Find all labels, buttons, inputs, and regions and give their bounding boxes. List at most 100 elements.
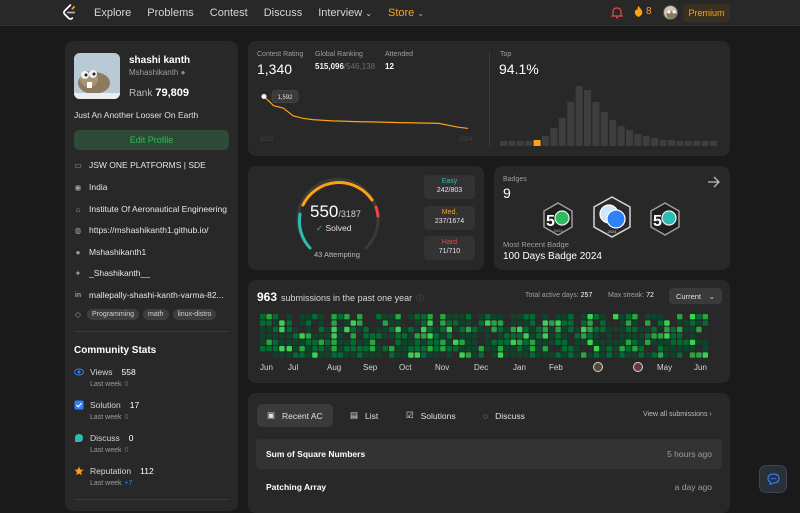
info-twitter[interactable]: ✦ _Shashikanth__ — [74, 268, 150, 278]
skill-tag[interactable]: linux-distro — [172, 309, 217, 320]
nav-interview[interactable]: Interview ⌄ — [318, 7, 372, 19]
heatmap-cell — [472, 320, 478, 326]
heatmap-cell — [299, 339, 305, 345]
problem-title[interactable]: Sum of Square Numbers — [266, 449, 365, 459]
nav-contest[interactable]: Contest — [210, 7, 248, 19]
heatmap-cell — [363, 352, 369, 358]
heatmap-cell — [272, 352, 279, 358]
view-all-submissions-link[interactable]: View all submissions › — [643, 411, 712, 418]
info-linkedin-text[interactable]: mallepally-shashi-kanth-varma-82... — [89, 290, 224, 300]
heatmap-cell — [433, 333, 440, 339]
heatmap-cell — [523, 314, 529, 320]
heatmap-cell — [331, 352, 337, 358]
active-days-label: Total active days: — [525, 292, 579, 299]
month-label: Feb — [549, 363, 563, 372]
streak-counter[interactable]: 8 — [634, 6, 652, 17]
avatar[interactable] — [663, 5, 678, 20]
solved-label-text: Solved — [325, 223, 352, 233]
heatmap-cell — [363, 346, 369, 352]
nav-discuss[interactable]: Discuss — [264, 7, 303, 19]
leetcode-logo[interactable] — [62, 4, 77, 21]
tab-list[interactable]: ▤ List — [340, 404, 388, 427]
list-item[interactable]: Patching Array a day ago — [256, 472, 722, 502]
info-linkedin[interactable]: in mallepally-shashi-kanth-varma-82... — [74, 290, 224, 300]
heatmap-cell — [683, 326, 689, 333]
tab-discuss[interactable]: ◌ Discuss — [473, 404, 535, 427]
info-school-text: Institute Of Aeronautical Engineering — [89, 204, 227, 214]
rating-line-chart[interactable]: 1,592 2023 2024 — [256, 83, 482, 145]
heatmap-cell — [664, 320, 670, 326]
heatmap-cell — [645, 326, 651, 333]
nav-explore[interactable]: Explore — [94, 7, 131, 19]
heatmap-cell — [344, 326, 350, 333]
medium-box[interactable]: Med. 237/1674 — [424, 206, 475, 230]
heatmap-cell — [504, 346, 510, 352]
easy-box[interactable]: Easy 242/803 — [424, 175, 475, 199]
info-twitter-text[interactable]: _Shashikanth__ — [89, 268, 150, 278]
heatmap-cell — [555, 326, 561, 333]
heatmap-cell — [593, 346, 600, 352]
heatmap-cell — [465, 333, 472, 339]
tab-recent-ac[interactable]: ▣ Recent AC — [257, 404, 333, 427]
heatmap-cell — [504, 333, 510, 339]
heatmap-cell — [472, 346, 478, 352]
info-icon[interactable]: ⓘ — [416, 293, 424, 304]
info-website[interactable]: ◍ https://mshashikanth1.github.io/ — [74, 225, 209, 235]
badge-50-days-icon[interactable]: 5 2023 — [542, 202, 574, 236]
heatmap-cell — [555, 352, 561, 358]
submission-time: 5 hours ago — [667, 449, 712, 459]
submission-heatmap[interactable] — [260, 313, 720, 363]
heatmap-cell — [574, 320, 580, 326]
heatmap-cell — [421, 346, 427, 352]
info-github[interactable]: ● Mshashikanth1 — [74, 247, 147, 257]
year-select[interactable]: Current ⌄ — [669, 288, 722, 304]
info-github-text[interactable]: Mshashikanth1 — [89, 247, 146, 257]
nav-problems[interactable]: Problems — [147, 7, 193, 19]
heatmap-cell — [561, 339, 568, 345]
bell-icon[interactable] — [611, 6, 623, 19]
skill-tag[interactable]: math — [143, 309, 169, 320]
arrow-right-icon[interactable] — [707, 176, 721, 188]
heatmap-cell — [382, 352, 388, 358]
badge-50-days-icon[interactable]: 5 — [649, 202, 681, 236]
list-item[interactable]: Sum of Square Numbers 5 hours ago — [256, 439, 722, 469]
heatmap-cell — [536, 346, 542, 352]
feedback-button[interactable] — [759, 465, 787, 493]
stat-discuss-label: Discuss — [90, 433, 120, 443]
heatmap-cell — [408, 352, 414, 358]
badge-earned-icon[interactable] — [593, 362, 603, 372]
month-label: May — [657, 363, 673, 372]
nav-store[interactable]: Store ⌄ — [388, 7, 424, 19]
heatmap-cell — [382, 314, 388, 320]
heatmap-cell — [305, 314, 312, 320]
rating-histogram[interactable] — [500, 81, 722, 146]
heatmap-cell — [376, 320, 382, 326]
linkedin-icon: in — [74, 291, 82, 299]
heatmap-cell — [677, 326, 683, 333]
heatmap-cell — [401, 352, 408, 358]
heatmap-cell — [568, 352, 574, 358]
heatmap-cell — [363, 339, 369, 345]
heatmap-cell — [651, 346, 657, 352]
hard-box[interactable]: Hard 71/710 — [424, 236, 475, 260]
info-website-text[interactable]: https://mshashikanth1.github.io/ — [89, 225, 209, 235]
user-name: shashi kanth — [129, 55, 191, 66]
heatmap-cell — [325, 320, 331, 326]
heatmap-cell — [369, 320, 376, 326]
badge-100-days-icon[interactable]: 2024 — [592, 196, 632, 238]
problem-title[interactable]: Patching Array — [266, 482, 326, 492]
badge-earned-icon[interactable] — [633, 362, 643, 372]
premium-button[interactable]: Premium — [683, 4, 730, 22]
max-streak-value: 72 — [646, 292, 654, 299]
tab-solutions[interactable]: ☑ Solutions — [396, 404, 466, 427]
heatmap-cell — [542, 346, 548, 352]
attended-value: 12 — [385, 62, 394, 71]
heatmap-cell — [357, 326, 363, 333]
heatmap-cell — [305, 326, 312, 333]
heatmap-cell — [272, 339, 279, 345]
heatmap-cell — [561, 333, 568, 339]
edit-profile-button[interactable]: Edit Profile — [74, 130, 229, 150]
skill-tag[interactable]: Programming — [87, 309, 140, 320]
heatmap-cell — [568, 326, 574, 333]
heatmap-cell — [369, 326, 376, 333]
